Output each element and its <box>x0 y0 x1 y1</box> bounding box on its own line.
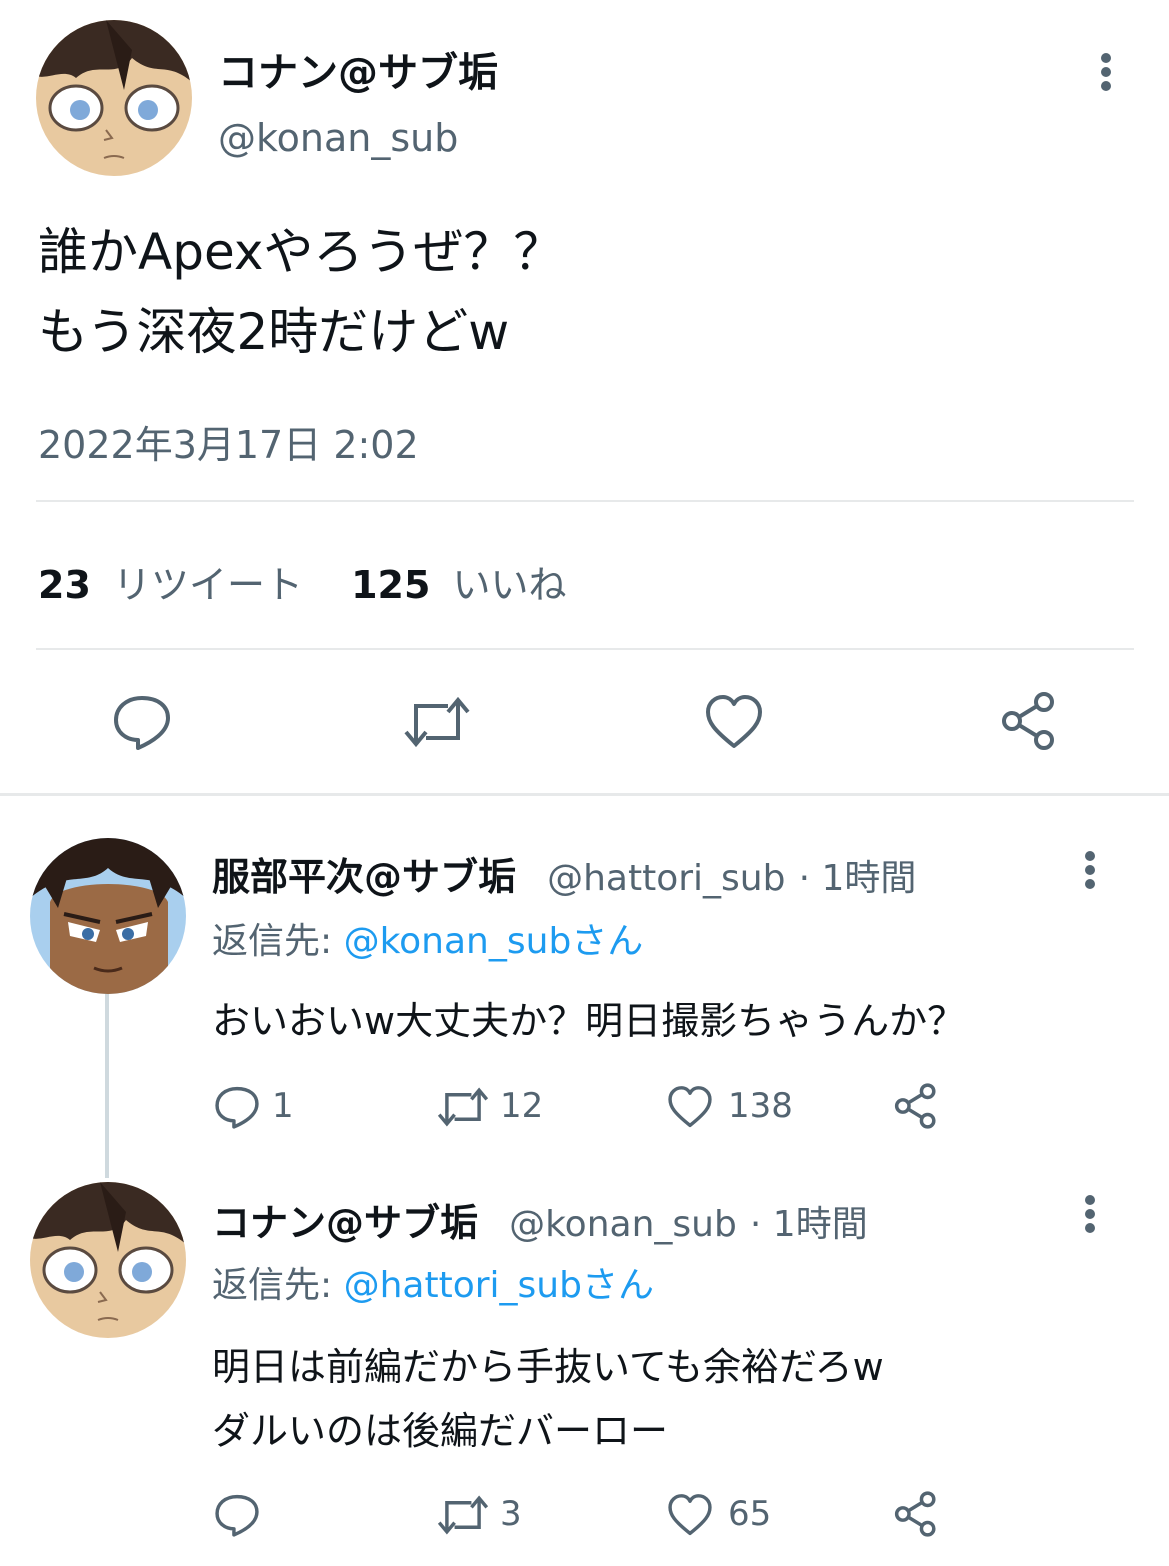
main-handle[interactable]: @konan_sub <box>218 116 458 160</box>
reply-to-prefix: 返信先: <box>212 921 333 962</box>
retweet-icon[interactable] <box>436 1084 490 1130</box>
like-icon[interactable] <box>666 1492 714 1538</box>
reply-2-display-name[interactable]: コナン@サブ垢 <box>212 1201 478 1245</box>
reply-to-handle[interactable]: @konan_subさん <box>344 921 644 962</box>
more-icon[interactable] <box>1076 850 1104 890</box>
reply-1-reply-count: 1 <box>272 1086 294 1126</box>
avatar-konan[interactable] <box>30 1182 186 1338</box>
retweet-count[interactable]: 23 <box>38 563 91 607</box>
reply-2-text-line1: 明日は前編だから手抜いても余裕だろw <box>212 1345 884 1389</box>
more-icon[interactable] <box>1076 1194 1104 1234</box>
reply-1-time[interactable]: · 1時間 <box>799 858 917 899</box>
reply-1-reply-to: 返信先: @konan_subさん <box>212 912 643 964</box>
reply-icon[interactable] <box>214 1084 260 1130</box>
thread-line <box>105 994 109 1178</box>
retweet-label[interactable]: リツイート <box>113 563 303 607</box>
reply-2-handle[interactable]: @konan_sub <box>509 1204 737 1245</box>
reply-2-text-line2: ダルいのは後編だバーロー <box>212 1409 669 1453</box>
reply-1-display-name[interactable]: 服部平次@サブ垢 <box>212 855 516 899</box>
reply-1-retweet-count: 12 <box>500 1086 544 1126</box>
share-icon[interactable] <box>998 690 1060 752</box>
reply-to-handle[interactable]: @hattori_subさん <box>344 1265 654 1306</box>
reply-1-handle[interactable]: @hattori_sub <box>547 858 785 899</box>
avatar-konan[interactable] <box>36 20 192 176</box>
main-tweet-text-line1: 誰かApexやろうぜ？？ <box>38 223 564 281</box>
like-icon[interactable] <box>704 692 764 752</box>
main-tweet-text-line2: もう深夜2時だけどw <box>38 303 510 361</box>
reply-1-header: 服部平次@サブ垢 @hattori_sub · 1時間 <box>212 846 916 901</box>
retweet-icon[interactable] <box>436 1492 490 1538</box>
reply-icon[interactable] <box>214 1492 260 1538</box>
reply-1-text: おいおいw大丈夫か？明日撮影ちゃうんか？ <box>212 999 966 1043</box>
reply-icon[interactable] <box>112 692 172 752</box>
reply-2-reply-to: 返信先: @hattori_subさん <box>212 1256 654 1308</box>
like-icon[interactable] <box>666 1084 714 1130</box>
reply-2-time[interactable]: · 1時間 <box>750 1204 868 1245</box>
reply-2-header: コナン@サブ垢 @konan_sub · 1時間 <box>212 1192 868 1247</box>
avatar-hattori[interactable] <box>30 838 186 994</box>
section-divider <box>0 793 1169 796</box>
divider <box>36 648 1134 650</box>
main-timestamp[interactable]: 2022年3月17日 2:02 <box>38 414 419 469</box>
like-label[interactable]: いいね <box>453 563 567 607</box>
more-icon[interactable] <box>1092 52 1120 92</box>
reply-1-like-count: 138 <box>728 1086 793 1126</box>
share-icon[interactable] <box>892 1082 940 1130</box>
share-icon[interactable] <box>892 1490 940 1538</box>
like-count[interactable]: 125 <box>351 563 430 607</box>
reply-2-retweet-count: 3 <box>500 1494 522 1534</box>
main-display-name[interactable]: コナン@サブ垢 <box>218 40 498 98</box>
main-stats: 23 リツイート 125 いいね <box>38 554 567 609</box>
divider <box>36 500 1134 502</box>
reply-to-prefix: 返信先: <box>212 1265 333 1306</box>
retweet-icon[interactable] <box>402 692 472 752</box>
reply-2-like-count: 65 <box>728 1494 772 1534</box>
